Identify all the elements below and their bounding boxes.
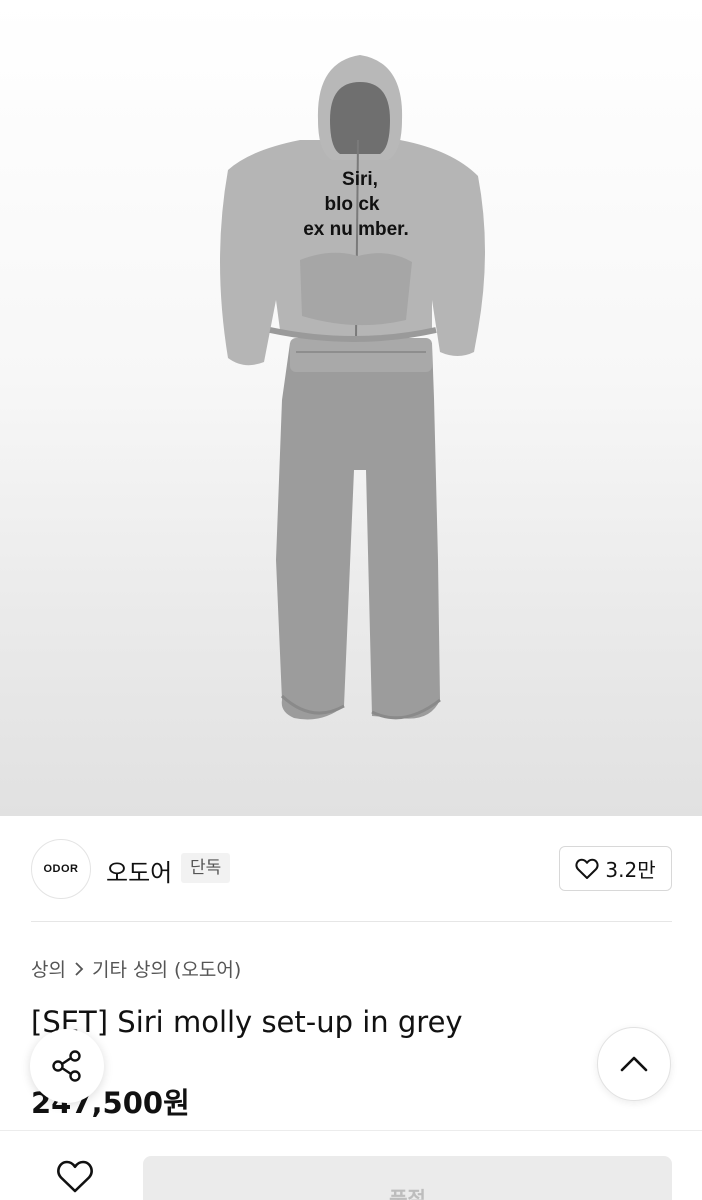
exclusive-badge: 단독 [181,853,231,883]
share-button[interactable] [30,1029,104,1103]
print-line-2: blo ck [325,194,380,215]
brand-like-button[interactable]: 3.2만 [559,846,672,891]
print-line-1: Siri, [342,169,378,190]
heart-icon [575,858,599,879]
breadcrumb: 상의 기타 상의 (오도어) [31,955,241,982]
wishlist-button[interactable] [54,1157,96,1197]
breadcrumb-item-sub-category[interactable]: 기타 상의 (오도어) [92,955,241,982]
divider [31,921,672,922]
brand-row: ODOR 오도어 단독 3.2만 [0,816,702,922]
like-count: 3.2만 [605,858,656,882]
sold-out-label: 품절 [389,1187,426,1200]
brand-logo[interactable]: ODOR [31,839,91,899]
hoodie-illustration: Siri, blo ck ex nu mber. [220,55,485,366]
scroll-to-top-button[interactable] [597,1027,671,1101]
product-title: [SET] Siri molly set-up in grey [31,1005,463,1039]
breadcrumb-item-top-category[interactable]: 상의 [31,955,66,982]
print-line-3: ex nu mber. [303,219,409,240]
brand-name[interactable]: 오도어 [106,853,172,888]
chevron-up-icon [620,1056,648,1072]
product-photo-illustration: Siri, blo ck ex nu mber. [220,55,485,720]
heart-icon [57,1160,93,1193]
pants-illustration [276,338,441,720]
sold-out-button[interactable]: 품절 [143,1156,672,1200]
chevron-right-icon [75,961,84,976]
share-icon [52,1050,81,1082]
product-image[interactable]: Siri, blo ck ex nu mber. [0,0,702,816]
bottom-action-bar: 품절 [0,1130,702,1200]
